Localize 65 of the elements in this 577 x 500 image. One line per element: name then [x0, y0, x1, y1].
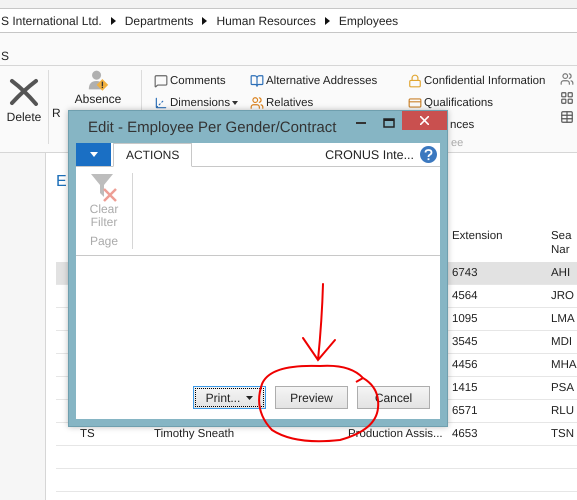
group-label: Page [90, 234, 118, 248]
column-header[interactable]: Sea Nar [551, 229, 573, 262]
company-name: CRONUS Inte... [325, 148, 414, 162]
caret-icon [232, 100, 238, 104]
group-label: ee [451, 137, 464, 149]
absence-button[interactable]: Absence [74, 92, 122, 106]
separator-arrow-icon [202, 16, 208, 24]
table-cell-text: 4653 [452, 428, 479, 440]
table-cell-text: 6743 [452, 267, 479, 279]
people-icon [250, 96, 264, 110]
breadcrumb-link[interactable]: Departments [124, 14, 194, 28]
column-header[interactable]: Extension [452, 229, 551, 262]
dialog-button[interactable]: Print... [193, 386, 266, 409]
clear-filter-icon [90, 173, 118, 203]
page-title: E [56, 173, 67, 191]
speech-bubble-icon [154, 74, 168, 88]
table-cell-text: 4456 [452, 359, 479, 371]
breadcrumb-link[interactable]: S International Ltd. [1, 14, 102, 28]
help-icon[interactable] [420, 146, 437, 163]
delete-button[interactable]: Delete [6, 110, 42, 124]
card-icon [408, 96, 422, 110]
person-warning-icon[interactable] [88, 70, 108, 92]
close-icon [420, 116, 429, 125]
book-icon [250, 74, 264, 88]
delete-icon[interactable] [9, 78, 39, 106]
table-cell-text: Timothy Sneath [154, 428, 236, 440]
grid-icon[interactable] [560, 91, 574, 105]
ribbon-button[interactable]: R [52, 106, 61, 120]
table-cell-text: TS [80, 428, 96, 440]
caret-icon [246, 396, 254, 400]
ribbon-link[interactable]: Relatives [250, 94, 408, 111]
clear-filter-label: Clear Filter [88, 203, 120, 229]
table-cell-text: 1095 [452, 313, 479, 325]
table-cell-text: TSN [551, 428, 575, 440]
table-cell-text: 3545 [452, 336, 479, 348]
breadcrumb-link[interactable]: Employees [338, 14, 398, 28]
separator-arrow-icon [110, 16, 116, 24]
table-cell-text: AHI [551, 267, 572, 279]
axes-icon [154, 96, 168, 110]
ribbon-link[interactable]: Alternative Addresses [250, 72, 408, 89]
table-cell-text: 6571 [452, 405, 479, 417]
table-cell-text: 4564 [452, 290, 479, 302]
lock-icon [408, 74, 422, 88]
dialog-button[interactable]: Preview [275, 386, 348, 409]
ribbon-link[interactable]: Comments [154, 72, 250, 89]
table-cell-text: JRO [551, 290, 575, 302]
table-cell-text: LMA [551, 313, 576, 325]
separator-arrow-icon [324, 16, 330, 24]
ribbon-link[interactable]: Dimensions [154, 94, 250, 111]
menu-button[interactable] [76, 143, 111, 166]
close-button[interactable] [402, 111, 447, 130]
table-cell-text: MDI [551, 336, 574, 348]
table-cell-text: PSA [551, 382, 576, 394]
window-title: Edit - Employee Per Gender/Contract [88, 118, 338, 136]
breadcrumb-link[interactable]: Human Resources [216, 14, 316, 28]
table-cell-text: 1415 [452, 382, 479, 394]
table-cell-text: RLU [551, 405, 576, 417]
ribbon-link[interactable]: Confidential Information [408, 72, 560, 89]
ribbon-link[interactable]: nces [450, 116, 560, 133]
people-icon[interactable] [560, 72, 574, 86]
table-icon[interactable] [560, 110, 574, 124]
table-cell: MHA [551, 359, 577, 371]
ribbon-link[interactable]: Qualifications [408, 94, 560, 111]
ribbon-tab[interactable]: S [1, 49, 10, 63]
ribbon-tab[interactable]: ACTIONS [113, 143, 192, 167]
